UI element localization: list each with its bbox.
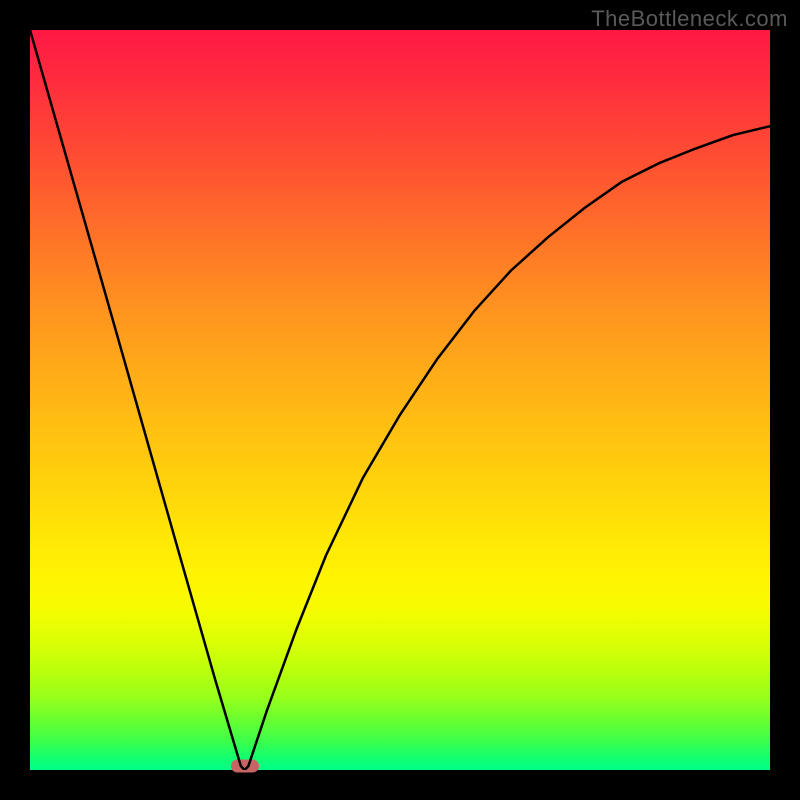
chart-frame: TheBottleneck.com xyxy=(0,0,800,800)
bottleneck-curve xyxy=(30,30,770,770)
watermark-label: TheBottleneck.com xyxy=(591,6,788,32)
plot-area xyxy=(30,30,770,770)
